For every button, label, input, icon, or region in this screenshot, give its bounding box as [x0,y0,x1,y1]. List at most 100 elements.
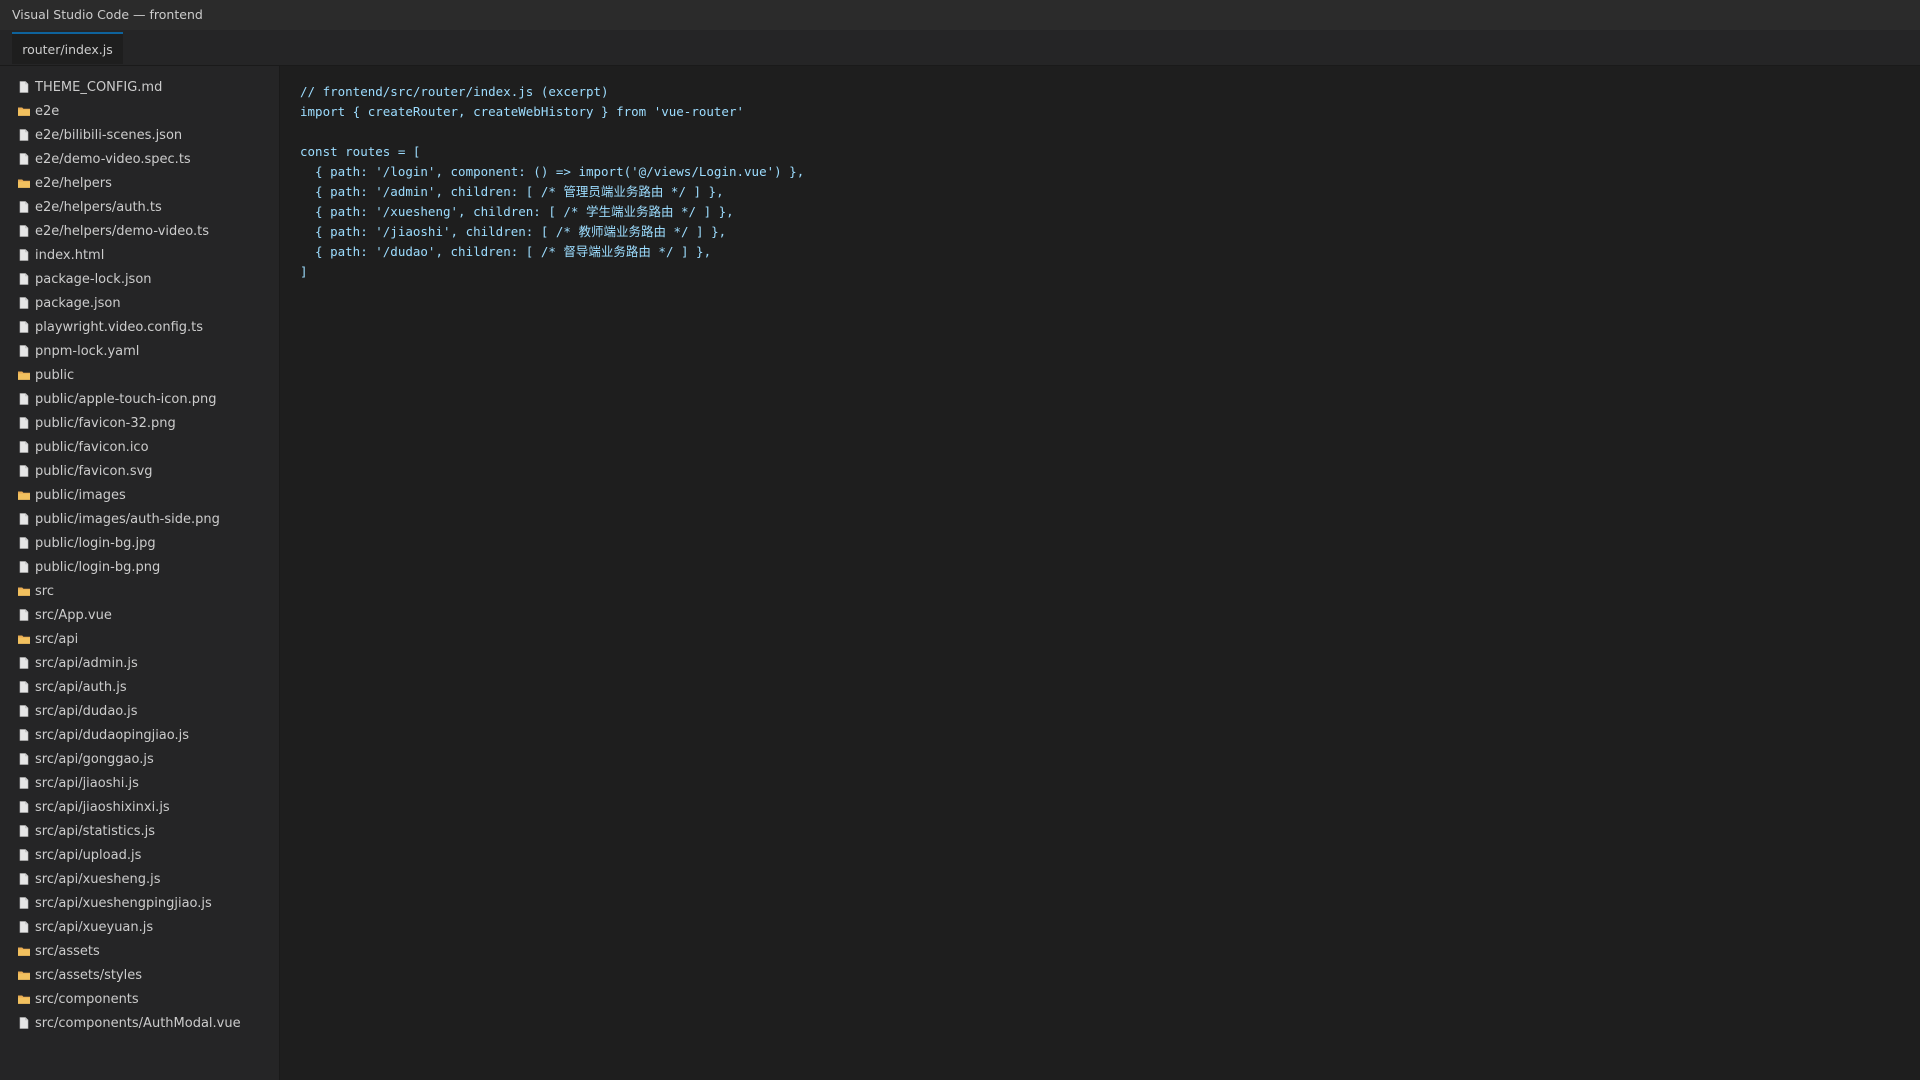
explorer-folder-item[interactable]: public/images [0,483,279,507]
file-icon [17,560,31,574]
folder-icon [17,968,31,982]
code-line: { path: '/xuesheng', children: [ /* 学生端业… [300,204,734,219]
code-line: import { createRouter, createWebHistory … [300,104,745,119]
explorer-file-item[interactable]: public/login-bg.png [0,555,279,579]
explorer-item-label: e2e/demo-video.spec.ts [35,151,191,167]
explorer-item-label: src/api/xueshengpingjiao.js [35,895,212,911]
folder-icon [17,104,31,118]
explorer-file-item[interactable]: THEME_CONFIG.md [0,75,279,99]
file-icon [17,776,31,790]
explorer-sidebar: THEME_CONFIG.md e2e e2e/bilibili-scenes.js… [0,66,280,1080]
explorer-file-item[interactable]: src/api/gonggao.js [0,747,279,771]
explorer-folder-item[interactable]: e2e [0,99,279,123]
explorer-file-item[interactable]: src/api/dudaopingjiao.js [0,723,279,747]
explorer-file-item[interactable]: src/api/dudao.js [0,699,279,723]
file-icon [17,296,31,310]
explorer-item-label: src/api/jiaoshixinxi.js [35,799,170,815]
folder-icon [17,944,31,958]
explorer-file-item[interactable]: package.json [0,291,279,315]
file-icon [17,200,31,214]
explorer-file-item[interactable]: package-lock.json [0,267,279,291]
explorer-item-label: src/api/gonggao.js [35,751,154,767]
folder-icon [17,488,31,502]
explorer-folder-item[interactable]: src/components [0,987,279,1011]
explorer-folder-item[interactable]: src/api [0,627,279,651]
explorer-file-item[interactable]: src/api/auth.js [0,675,279,699]
explorer-item-label: src/assets/styles [35,967,143,983]
explorer-file-item[interactable]: public/favicon.ico [0,435,279,459]
explorer-item-label: package-lock.json [35,271,152,287]
explorer-folder-item[interactable]: src [0,579,279,603]
explorer-file-item[interactable]: src/api/xueshengpingjiao.js [0,891,279,915]
explorer-item-label: pnpm-lock.yaml [35,343,140,359]
explorer-file-item[interactable]: src/api/xueyuan.js [0,915,279,939]
explorer-folder-item[interactable]: src/assets [0,939,279,963]
explorer-file-item[interactable]: e2e/demo-video.spec.ts [0,147,279,171]
folder-icon [17,992,31,1006]
file-icon [17,80,31,94]
explorer-file-item[interactable]: e2e/helpers/auth.ts [0,195,279,219]
file-icon [17,872,31,886]
file-icon [17,344,31,358]
explorer-item-label: playwright.video.config.ts [35,319,204,335]
explorer-file-item[interactable]: src/api/statistics.js [0,819,279,843]
explorer-item-label: src/api/statistics.js [35,823,156,839]
tab-router-index-js[interactable]: router/index.js [12,32,123,64]
explorer-file-item[interactable]: src/api/jiaoshi.js [0,771,279,795]
explorer-folder-item[interactable]: src/assets/styles [0,963,279,987]
file-icon [17,1016,31,1030]
file-icon [17,800,31,814]
explorer-file-item[interactable]: public/favicon-32.png [0,411,279,435]
explorer-file-item[interactable]: src/components/AuthModal.vue [0,1011,279,1035]
explorer-file-item[interactable]: src/App.vue [0,603,279,627]
file-icon [17,416,31,430]
explorer-item-label: public/login-bg.jpg [35,535,156,551]
file-icon [17,320,31,334]
explorer-file-item[interactable]: public/favicon.svg [0,459,279,483]
explorer-file-item[interactable]: src/api/jiaoshixinxi.js [0,795,279,819]
code-editor[interactable]: // frontend/src/router/index.js (excerpt… [281,66,1920,1080]
file-icon [17,536,31,550]
explorer-item-label: public/apple-touch-icon.png [35,391,217,407]
file-icon [17,704,31,718]
code-line: const routes = [ [300,144,421,159]
explorer-file-item[interactable]: playwright.video.config.ts [0,315,279,339]
explorer-file-item[interactable]: e2e/bilibili-scenes.json [0,123,279,147]
tab-label: router/index.js [22,42,113,57]
file-icon [17,824,31,838]
explorer-item-label: public/favicon.svg [35,463,153,479]
explorer-item-label: src [35,583,54,599]
folder-icon [17,368,31,382]
file-icon [17,656,31,670]
explorer-file-item[interactable]: public/images/auth-side.png [0,507,279,531]
explorer-item-label: src/api/upload.js [35,847,142,863]
explorer-file-item[interactable]: public/login-bg.jpg [0,531,279,555]
explorer-file-item[interactable]: e2e/helpers/demo-video.ts [0,219,279,243]
file-icon [17,680,31,694]
explorer-file-item[interactable]: index.html [0,243,279,267]
code-line: { path: '/jiaoshi', children: [ /* 教师端业务… [300,224,727,239]
explorer-file-item[interactable]: src/api/upload.js [0,843,279,867]
explorer-item-label: src/api/xueyuan.js [35,919,154,935]
explorer-file-item[interactable]: public/apple-touch-icon.png [0,387,279,411]
file-icon [17,440,31,454]
explorer-file-item[interactable]: src/api/admin.js [0,651,279,675]
explorer-file-item[interactable]: pnpm-lock.yaml [0,339,279,363]
explorer-item-label: src/assets [35,943,100,959]
explorer-file-item[interactable]: src/api/xuesheng.js [0,867,279,891]
explorer-item-label: THEME_CONFIG.md [35,79,163,95]
file-icon [17,272,31,286]
explorer-folder-item[interactable]: e2e/helpers [0,171,279,195]
explorer-item-label: src/api/dudaopingjiao.js [35,727,190,743]
file-icon [17,848,31,862]
file-icon [17,896,31,910]
explorer-item-label: src/api [35,631,79,647]
explorer-folder-item[interactable]: public [0,363,279,387]
file-icon [17,464,31,478]
explorer-item-label: public/favicon.ico [35,439,149,455]
file-icon [17,224,31,238]
explorer-item-label: public/login-bg.png [35,559,161,575]
code-line: // frontend/src/router/index.js (excerpt… [300,84,609,99]
explorer-item-label: e2e/bilibili-scenes.json [35,127,183,143]
